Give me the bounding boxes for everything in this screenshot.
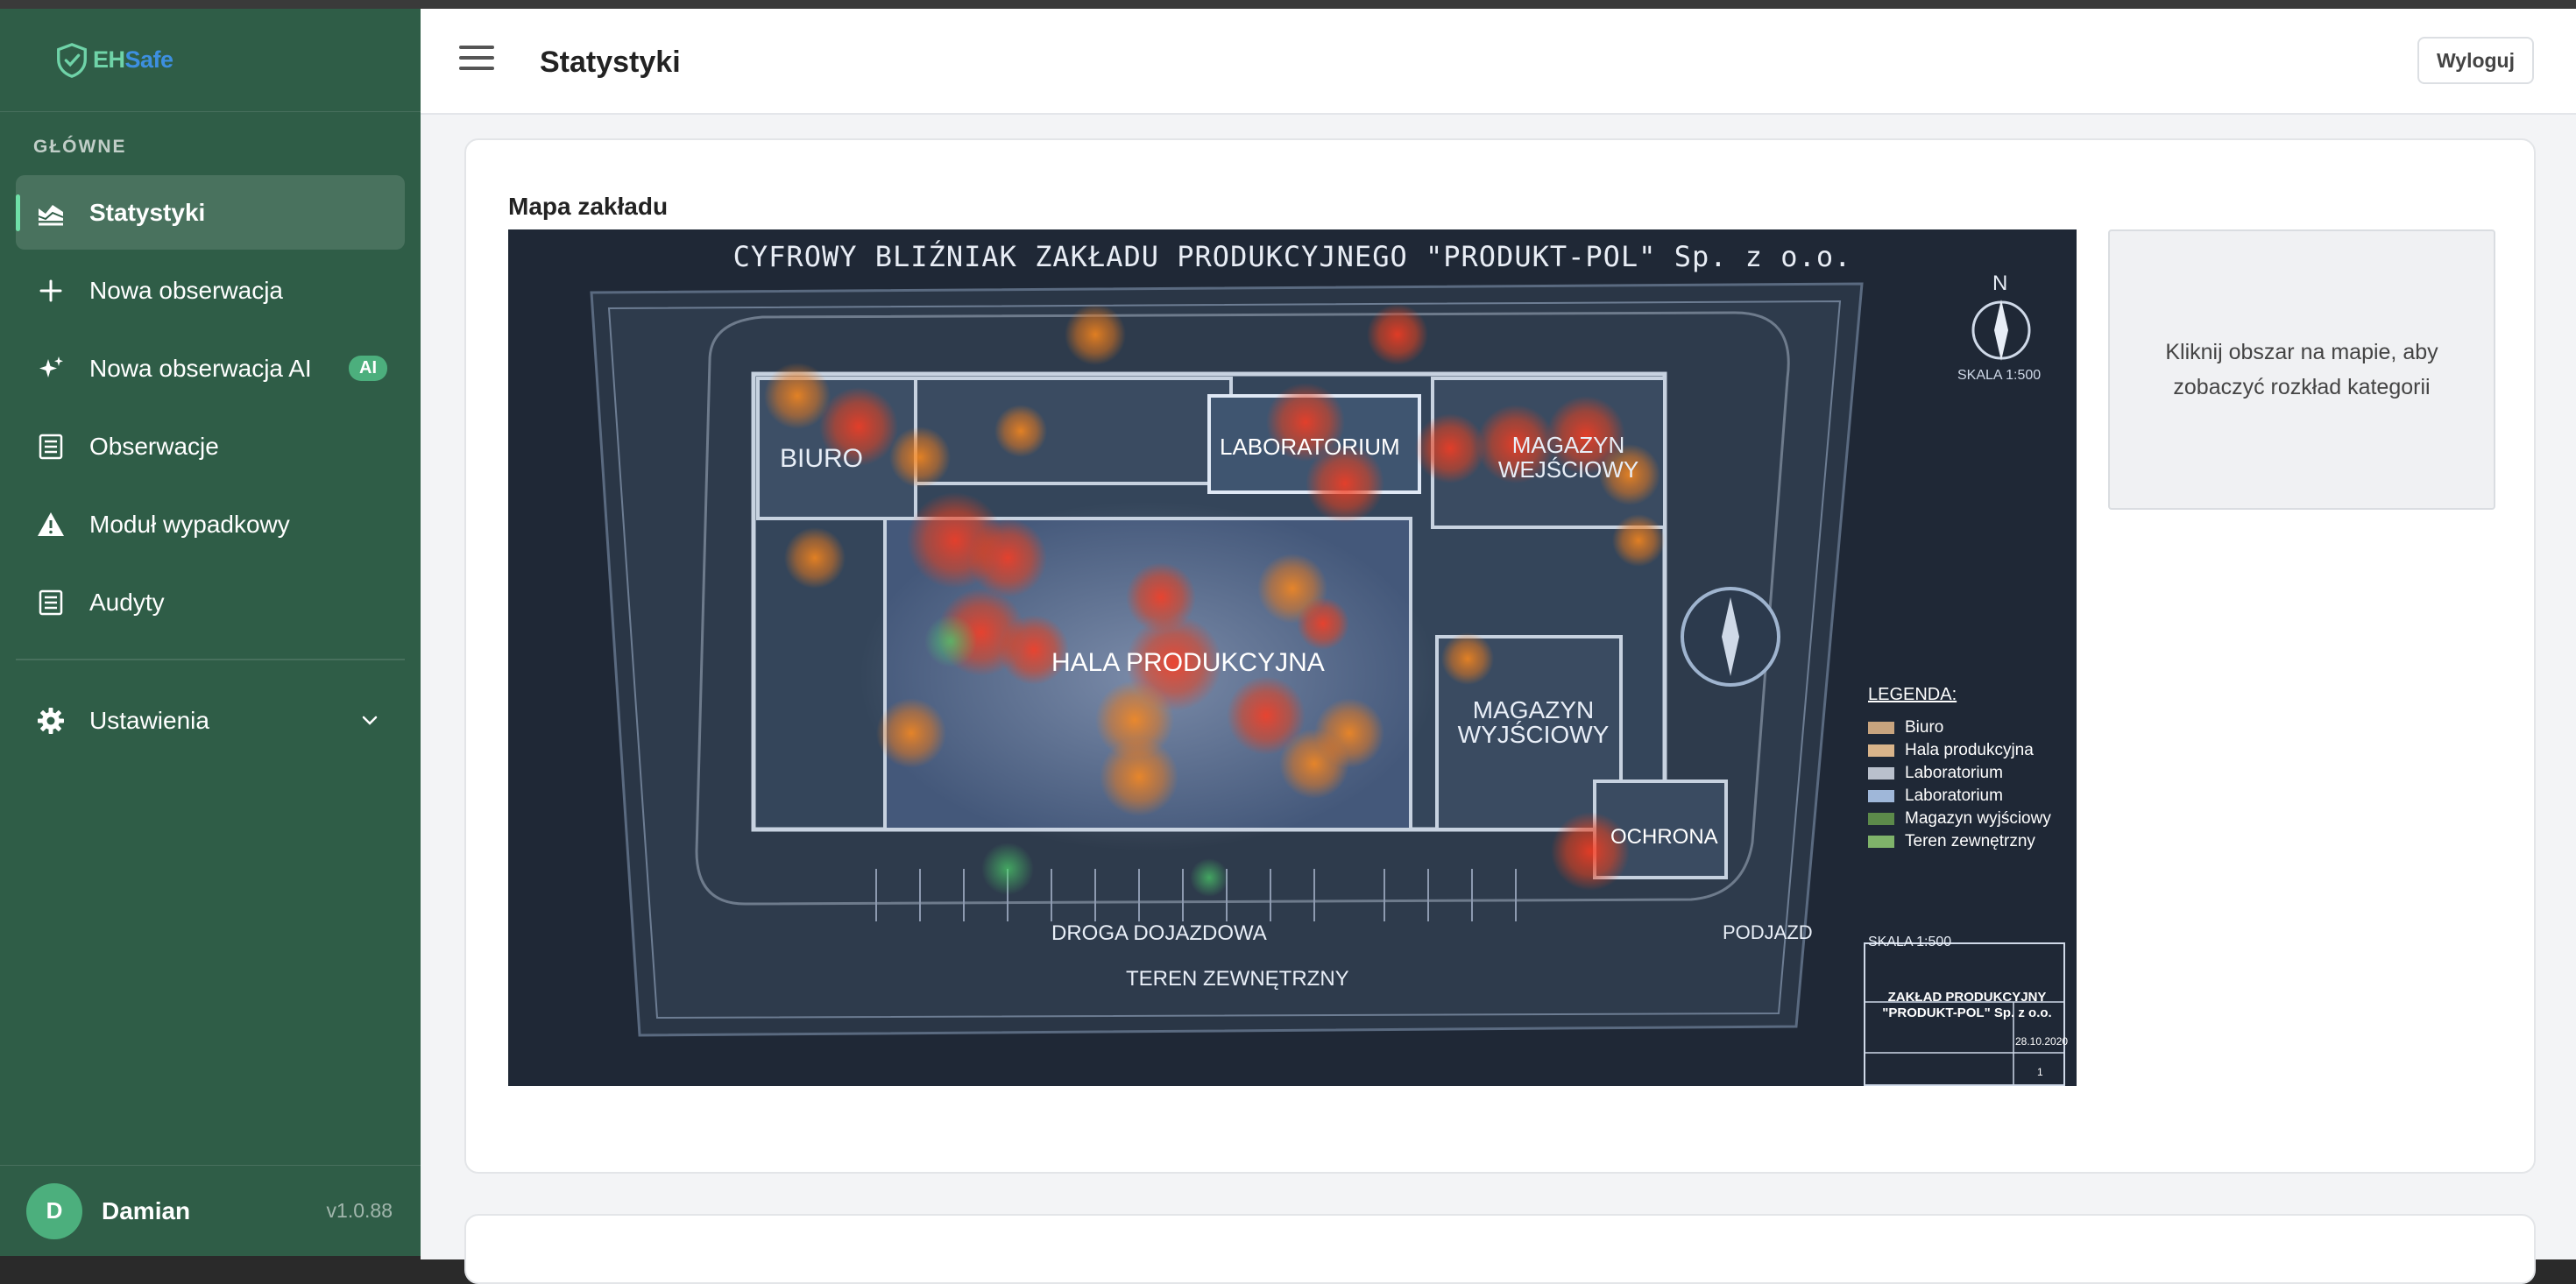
- area-label-droga-dojazdowa[interactable]: DROGA DOJAZDOWA: [1051, 921, 1267, 946]
- legend-item: Biuro: [1868, 718, 1943, 737]
- chart-area-icon: [33, 195, 68, 230]
- sidebar-divider: [16, 659, 405, 660]
- gear-icon: [33, 703, 68, 738]
- sidebar-item-ustawienia[interactable]: Ustawienia: [16, 683, 405, 758]
- legend-label: Hala produkcyjna: [1905, 741, 2034, 759]
- sidebar: EHSafe GŁÓWNE Statystyki Nowa obserwacja: [0, 9, 421, 1256]
- avatar: D: [26, 1182, 82, 1239]
- brand-name: EHSafe: [93, 46, 173, 74]
- scale-label-bottom: SKALA 1:500: [1868, 935, 1952, 949]
- area-label-magazyn-wejsciowy[interactable]: MAGAZYN WEJŚCIOWY: [1481, 433, 1656, 482]
- legend-item: Laboratorium: [1868, 787, 2003, 806]
- stamp-date: 28.10.2020: [2015, 1035, 2069, 1048]
- brand-prefix: EH: [93, 46, 125, 73]
- sidebar-item-modul-wypadkowy[interactable]: Moduł wypadkowy: [16, 487, 405, 561]
- legend-item: Magazyn wyjściowy: [1868, 809, 2051, 829]
- area-label-podjazd[interactable]: PODJAZD: [1723, 921, 1813, 944]
- shield-icon: [57, 42, 87, 78]
- area-label-hala-produkcyjna[interactable]: HALA PRODUKCYJNA: [1051, 648, 1325, 678]
- area-label-ochrona[interactable]: OCHRONA: [1610, 825, 1718, 850]
- legend-item: Hala produkcyjna: [1868, 741, 2034, 760]
- sidebar-item-label: Audyty: [89, 588, 165, 616]
- area-label-line1: MAGAZYN: [1472, 696, 1595, 723]
- legend-swatch: [1868, 722, 1894, 734]
- sidebar-item-label: Statystyki: [89, 198, 206, 226]
- legend-swatch: [1868, 744, 1894, 757]
- sidebar-item-statystyki[interactable]: Statystyki: [16, 175, 405, 250]
- map-title: CYFROWY BLIŹNIAK ZAKŁADU PRODUKCYJNEGO "…: [732, 240, 1852, 273]
- stamp-sheet: 1: [2037, 1066, 2043, 1078]
- legend-item: Laboratorium: [1868, 764, 2003, 783]
- stamp-company: ZAKŁAD PRODUKCYJNY "PRODUKT-POL" Sp. z o…: [1882, 990, 2052, 1020]
- area-label-line2: WYJŚCIOWY: [1457, 721, 1610, 748]
- legend-label: Laboratorium: [1905, 764, 2003, 782]
- warning-icon: [33, 507, 68, 542]
- legend-swatch: [1868, 813, 1894, 825]
- sidebar-nav: Statystyki Nowa obserwacja Nowa obserwac…: [16, 175, 405, 643]
- legend-label: Biuro: [1905, 718, 1944, 737]
- next-card: [464, 1214, 2536, 1284]
- brand-suffix: Safe: [124, 46, 174, 73]
- main-content: Statystyki Wyloguj Mapa zakładu CYFROWY …: [421, 9, 2576, 1284]
- list-icon: [33, 585, 68, 620]
- legend-item: Teren zewnętrzny: [1868, 832, 2035, 851]
- logout-button[interactable]: Wyloguj: [2417, 37, 2534, 84]
- sidebar-settings: Ustawienia: [16, 683, 405, 761]
- card-title: Mapa zakładu: [508, 193, 669, 220]
- legend-swatch: [1868, 790, 1894, 802]
- ai-badge: AI: [349, 356, 387, 381]
- sidebar-item-label: Ustawienia: [89, 706, 209, 734]
- brand-logo[interactable]: EHSafe: [0, 9, 421, 112]
- plant-map[interactable]: CYFROWY BLIŹNIAK ZAKŁADU PRODUKCYJNEGO "…: [508, 229, 2077, 1086]
- area-label-teren-zewnetrzny[interactable]: TEREN ZEWNĘTRZNY: [1126, 967, 1349, 991]
- legend-label: Magazyn wyjściowy: [1905, 809, 2051, 828]
- north-label: N: [1992, 272, 2008, 295]
- list-icon: [33, 429, 68, 464]
- sidebar-item-label: Nowa obserwacja AI: [89, 354, 312, 382]
- map-card: Mapa zakładu CYFROWY BLIŹNIAK ZAKŁADU PR…: [464, 138, 2536, 1174]
- legend-label: Laboratorium: [1905, 787, 2003, 805]
- app-version: v1.0.88: [326, 1199, 393, 1222]
- sidebar-item-label: Obserwacje: [89, 432, 219, 460]
- sidebar-item-nowa-obserwacja-ai[interactable]: Nowa obserwacja AI AI: [16, 331, 405, 406]
- plus-icon: [33, 273, 68, 308]
- sidebar-item-label: Nowa obserwacja: [89, 276, 283, 304]
- sidebar-item-label: Moduł wypadkowy: [89, 510, 290, 538]
- sidebar-section-label: GŁÓWNE: [33, 137, 127, 157]
- menu-icon[interactable]: [459, 46, 494, 77]
- legend-label: Teren zewnętrzny: [1905, 832, 2035, 850]
- chevron-down-icon[interactable]: [359, 709, 380, 730]
- sidebar-item-audyty[interactable]: Audyty: [16, 565, 405, 639]
- area-label-laboratorium[interactable]: LABORATORIUM: [1220, 434, 1400, 461]
- sidebar-item-nowa-obserwacja[interactable]: Nowa obserwacja: [16, 253, 405, 328]
- top-header: Statystyki Wyloguj: [421, 9, 2576, 115]
- area-label-biuro[interactable]: BIURO: [780, 444, 863, 474]
- app: EHSafe GŁÓWNE Statystyki Nowa obserwacja: [0, 9, 2576, 1284]
- category-breakdown-placeholder: Kliknij obszar na mapie, aby zobaczyć ro…: [2108, 229, 2495, 510]
- scale-label-top: SKALA 1:500: [1957, 368, 2042, 383]
- window-top-strip: [0, 0, 2576, 9]
- legend-swatch: [1868, 767, 1894, 780]
- legend-title: LEGENDA:: [1868, 685, 1957, 704]
- sparkles-icon: [33, 351, 68, 386]
- area-label-magazyn-wyjsciowy[interactable]: MAGAZYN WYJŚCIOWY: [1454, 698, 1612, 747]
- user-panel[interactable]: D Damian v1.0.88: [0, 1165, 421, 1256]
- sidebar-item-obserwacje[interactable]: Obserwacje: [16, 409, 405, 483]
- page-title: Statystyki: [540, 46, 681, 79]
- user-name: Damian: [102, 1196, 191, 1224]
- legend-swatch: [1868, 836, 1894, 848]
